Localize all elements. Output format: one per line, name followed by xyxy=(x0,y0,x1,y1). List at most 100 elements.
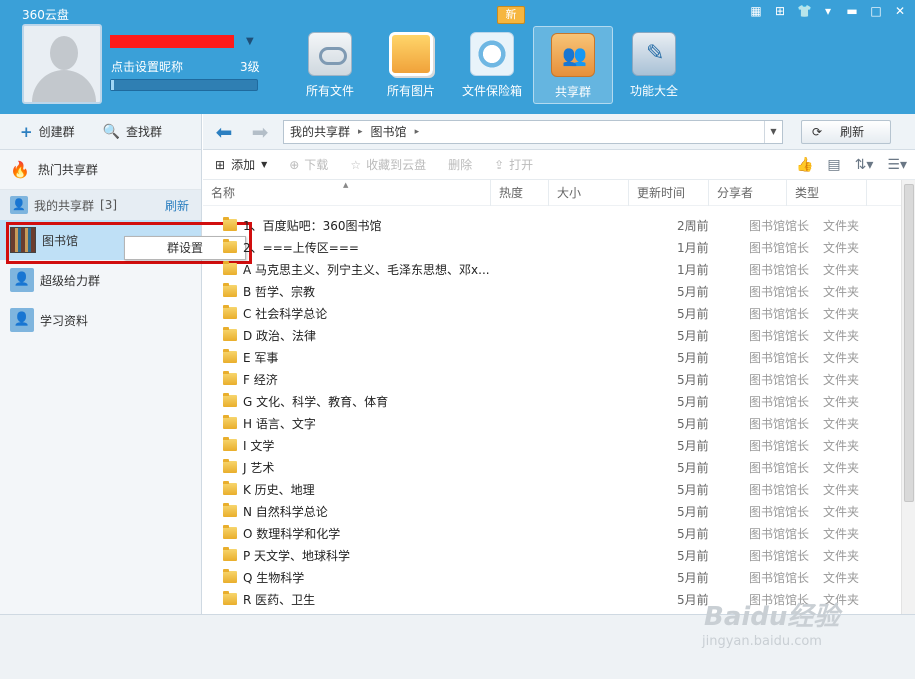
forward-arrow-icon[interactable]: ➡ xyxy=(247,120,273,144)
table-row[interactable]: C 社会科学总论 5月前 图书馆馆长 文件夹 xyxy=(203,302,898,324)
table-row[interactable]: G 文化、科学、教育、体育 5月前 图书馆馆长 文件夹 xyxy=(203,390,898,412)
table-row[interactable]: B 哲学、宗教 5月前 图书馆馆长 文件夹 xyxy=(203,280,898,302)
file-time: 5月前 xyxy=(677,504,709,519)
add-button[interactable]: ⊞ 添加 ▼ xyxy=(215,156,267,173)
table-row[interactable]: N 自然科学总论 5月前 图书馆馆长 文件夹 xyxy=(203,500,898,522)
main-panel: ⬅ ➡ 我的共享群 ▸ 图书馆 ▸ ▼ ⟳ 刷新 ⊞ 添加 ▼ ⊕ 下载 ☆ 收… xyxy=(203,114,915,614)
nav-all-files[interactable]: 所有文件 xyxy=(290,26,370,104)
thumbs-up-icon[interactable]: 👍 xyxy=(796,157,813,173)
file-name-cell: 2、===上传区=== xyxy=(203,239,669,256)
create-group-button[interactable]: + 创建群 xyxy=(20,123,75,141)
folder-icon xyxy=(223,591,237,605)
list-view-icon[interactable]: ☰▾ xyxy=(887,157,907,173)
file-name-cell: Q 生物科学 xyxy=(203,569,669,586)
nav-toolbox[interactable]: 功能大全 xyxy=(614,26,694,104)
safe-icon xyxy=(470,32,514,76)
user-level: 3级 xyxy=(240,60,260,74)
folder-icon xyxy=(223,481,237,495)
open-button[interactable]: ⇪ 打开 xyxy=(494,156,533,173)
table-row[interactable]: P 天文学、地球科学 5月前 图书馆馆长 文件夹 xyxy=(203,544,898,566)
flame-icon: 🔥 xyxy=(10,160,30,179)
column-size[interactable]: 大小 xyxy=(549,179,629,206)
file-name-cell: K 历史、地理 xyxy=(203,481,669,498)
delete-button[interactable]: 删除 xyxy=(448,156,472,173)
table-row[interactable]: Q 生物科学 5月前 图书馆馆长 文件夹 xyxy=(203,566,898,588)
table-row[interactable]: K 历史、地理 5月前 图书馆馆长 文件夹 xyxy=(203,478,898,500)
search-icon: 🔍 xyxy=(102,123,121,140)
breadcrumb-separator-icon: ▸ xyxy=(358,126,363,137)
document-icon[interactable]: ▤ xyxy=(827,157,840,173)
cloud-disk-icon xyxy=(308,32,352,76)
table-row[interactable]: I 文学 5月前 图书馆馆长 文件夹 xyxy=(203,434,898,456)
table-row[interactable]: O 数理科学和化学 5月前 图书馆馆长 文件夹 xyxy=(203,522,898,544)
file-name-cell: B 哲学、宗教 xyxy=(203,283,669,300)
table-row[interactable]: H 语言、文字 5月前 图书馆馆长 文件夹 xyxy=(203,412,898,434)
file-time: 5月前 xyxy=(677,438,709,453)
close-icon[interactable]: ✕ xyxy=(893,4,907,18)
column-owner[interactable]: 分享者 xyxy=(709,179,787,206)
skin-icon[interactable]: ⊞ xyxy=(773,4,787,18)
file-time: 5月前 xyxy=(677,482,709,497)
file-time: 5月前 xyxy=(677,416,709,431)
file-time: 1月前 xyxy=(677,262,709,277)
column-hot[interactable]: 热度 xyxy=(491,179,549,206)
file-time: 5月前 xyxy=(677,570,709,585)
nav-all-photos[interactable]: 所有图片 xyxy=(371,26,451,104)
table-row[interactable]: 2、===上传区=== 1月前 图书馆馆长 文件夹 xyxy=(203,236,898,258)
file-owner: 图书馆馆长 xyxy=(749,526,810,541)
view-options: 👍 ▤ ⇅▾ ☰▾ xyxy=(796,157,915,173)
column-type[interactable]: 类型 xyxy=(787,179,867,206)
save-to-cloud-button[interactable]: ☆ 收藏到云盘 xyxy=(350,156,426,173)
table-row[interactable]: F 经济 5月前 图书馆馆长 文件夹 xyxy=(203,368,898,390)
folder-icon xyxy=(223,459,237,473)
file-time: 5月前 xyxy=(677,306,709,321)
refresh-groups-link[interactable]: 刷新 xyxy=(165,197,189,214)
folder-icon xyxy=(223,283,237,297)
breadcrumb-item[interactable]: 图书馆 xyxy=(371,123,407,140)
scrollbar[interactable] xyxy=(901,180,915,614)
download-button[interactable]: ⊕ 下载 xyxy=(289,156,328,173)
file-type: 文件夹 xyxy=(823,306,860,321)
file-name: H 语言、文字 xyxy=(243,416,316,431)
find-group-button[interactable]: 🔍 查找群 xyxy=(103,123,162,140)
back-arrow-icon[interactable]: ⬅ xyxy=(211,120,237,144)
maximize-icon[interactable]: □ xyxy=(869,4,883,18)
table-row[interactable]: E 军事 5月前 图书馆馆长 文件夹 xyxy=(203,346,898,368)
file-type: 文件夹 xyxy=(823,218,860,233)
folder-icon xyxy=(223,393,237,407)
file-owner: 图书馆馆长 xyxy=(749,240,810,255)
sort-icon[interactable]: ⇅▾ xyxy=(855,157,874,173)
refresh-button[interactable]: ⟳ 刷新 xyxy=(801,119,891,144)
set-nickname-link[interactable]: 点击设置昵称 xyxy=(111,58,183,75)
chevron-down-icon[interactable]: ▼ xyxy=(246,36,254,47)
sidebar-item-super-group[interactable]: 👤 超级给力群 xyxy=(0,260,201,300)
address-dropdown-icon[interactable]: ▼ xyxy=(764,120,782,143)
table-row[interactable]: 1、百度贴吧：360图书馆 2周前 图书馆馆长 文件夹 xyxy=(203,214,898,236)
table-row[interactable]: D 政治、法律 5月前 图书馆馆长 文件夹 xyxy=(203,324,898,346)
nav-share-group[interactable]: 共享群 xyxy=(533,26,613,104)
file-owner: 图书馆馆长 xyxy=(749,350,810,365)
scrollbar-thumb[interactable] xyxy=(904,184,914,502)
table-row[interactable]: J 艺术 5月前 图书馆馆长 文件夹 xyxy=(203,456,898,478)
star-icon: ☆ xyxy=(350,157,362,172)
minimize-icon[interactable]: ▬ xyxy=(845,4,859,18)
avatar[interactable] xyxy=(22,24,102,104)
nav-label: 所有文件 xyxy=(305,84,354,98)
breadcrumb-item[interactable]: 我的共享群 xyxy=(290,123,350,140)
breadcrumb[interactable]: 我的共享群 ▸ 图书馆 ▸ ▼ xyxy=(283,119,783,144)
sidebar-item-study[interactable]: 👤 学习资料 xyxy=(0,300,201,340)
nav-file-vault[interactable]: 文件保险箱 xyxy=(452,26,532,104)
file-name-cell: F 经济 xyxy=(203,371,669,388)
file-time: 5月前 xyxy=(677,548,709,563)
menu-icon[interactable]: ▾ xyxy=(821,4,835,18)
avatar-body xyxy=(32,70,96,102)
calendar-icon[interactable]: ▦ xyxy=(749,4,763,18)
sidebar-item-hot-groups[interactable]: 🔥 热门共享群 xyxy=(0,150,201,190)
shirt-icon[interactable]: 👕 xyxy=(797,4,812,18)
column-time[interactable]: 更新时间 xyxy=(629,179,709,206)
column-name[interactable]: 名称 xyxy=(203,172,491,206)
table-row[interactable]: A 马克思主义、列宁主义、毛泽东思想、邓x... 1月前 图书馆馆长 文件夹 xyxy=(203,258,898,280)
share-group-icon xyxy=(551,33,595,77)
file-name-cell: I 文学 xyxy=(203,437,669,454)
open-icon: ⇪ xyxy=(494,157,505,172)
